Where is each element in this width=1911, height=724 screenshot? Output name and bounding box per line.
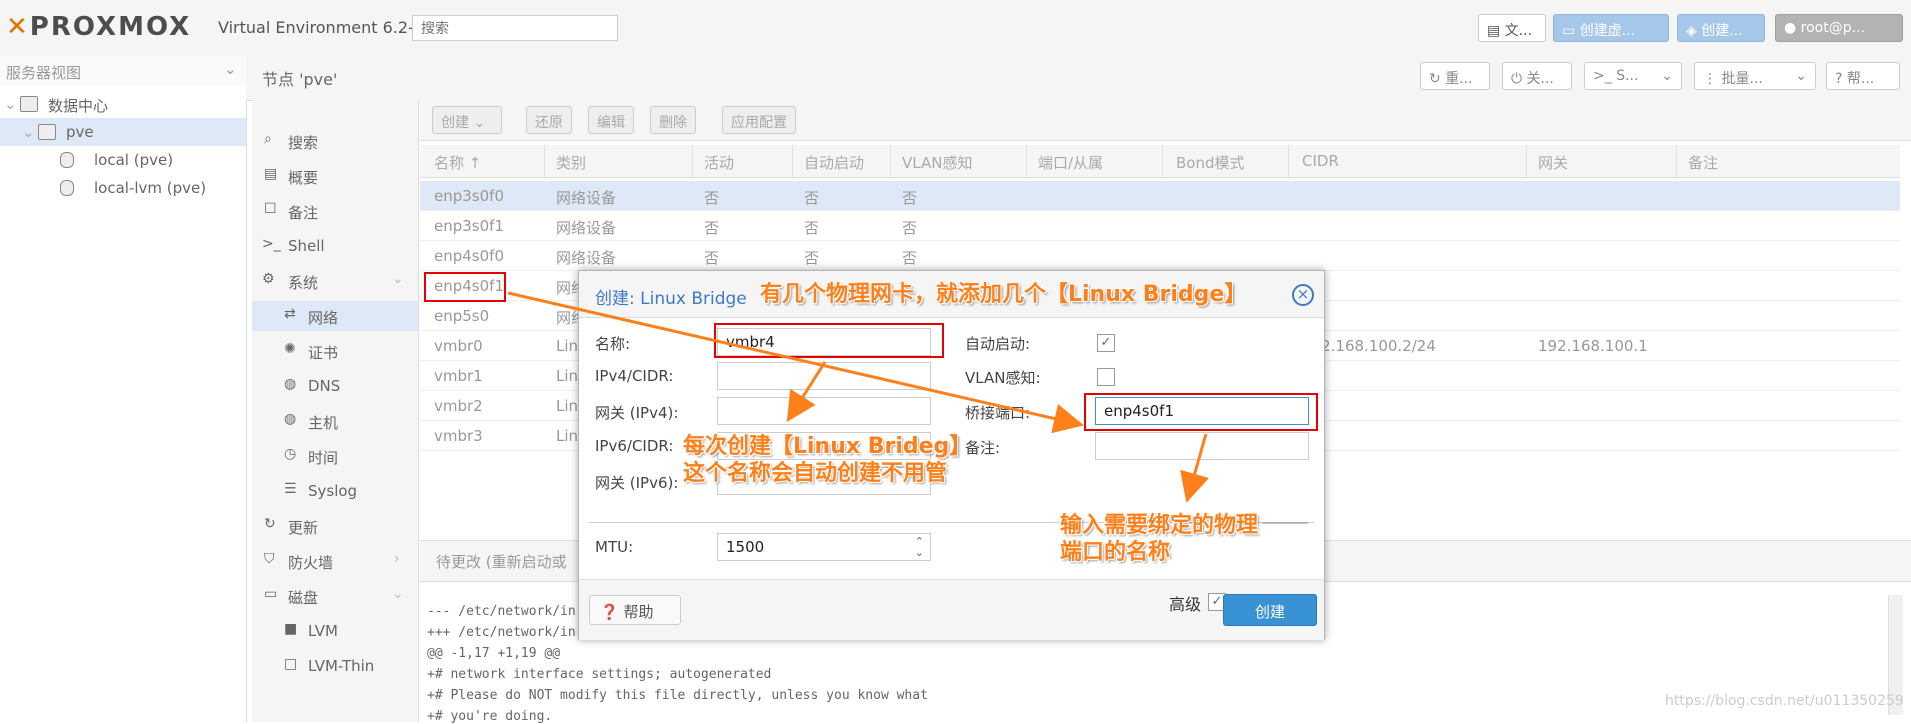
annotation-port-line2: 端口的名称 <box>1060 540 1171 565</box>
annotation-top: 有几个物理网卡，就添加几个【Linux Bridge】 <box>760 282 1247 307</box>
arrow-to-port-note <box>1180 433 1210 503</box>
arrow-to-bridge-port <box>507 291 1084 434</box>
arrow-to-name <box>786 361 827 423</box>
annotation-arrows <box>507 291 1308 524</box>
annotation-name-line2: 这个名称会自动创建不用管 <box>683 461 948 486</box>
